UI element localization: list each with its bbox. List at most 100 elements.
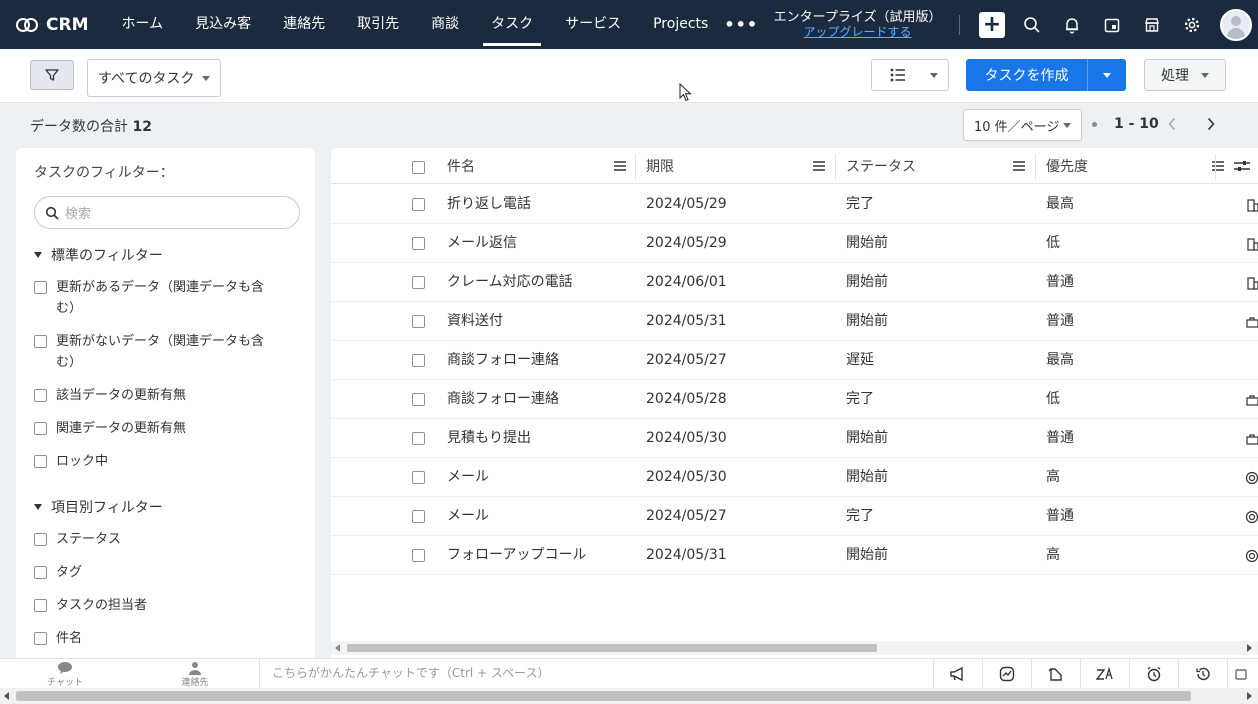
cell-subject[interactable]: メール [447, 458, 489, 497]
chat-tab[interactable]: チャット [0, 661, 130, 688]
column-header-subject[interactable]: 件名 [447, 148, 636, 184]
checkbox[interactable] [34, 389, 47, 402]
actions-button[interactable]: 処理 [1144, 59, 1226, 91]
view-select-dropdown[interactable]: すべてのタスク [87, 59, 221, 97]
column-header-due-date[interactable]: 期限 [646, 148, 835, 184]
row-checkbox[interactable] [412, 237, 425, 250]
table-row[interactable]: メール 2024/05/30 開始前 高 [331, 458, 1258, 497]
row-checkbox[interactable] [412, 549, 425, 562]
quick-create-button[interactable]: + [972, 0, 1012, 49]
cell-subject[interactable]: メール返信 [447, 224, 517, 263]
scrollbar-thumb[interactable] [347, 644, 877, 652]
row-checkbox[interactable] [412, 471, 425, 484]
announcement-button[interactable] [933, 659, 982, 689]
settings-button[interactable] [1172, 0, 1212, 49]
filter-field-owner[interactable]: タスクの担当者 [34, 595, 276, 616]
filter-not-updated-records[interactable]: 更新がないデータ（関連データも含む） [34, 331, 276, 373]
search-button[interactable] [1012, 0, 1052, 49]
checkbox[interactable] [34, 566, 47, 579]
table-row[interactable]: 商談フォロー連絡 2024/05/27 遅延 最高 [331, 341, 1258, 380]
filter-field-status[interactable]: ステータス [34, 529, 276, 550]
activity-button[interactable] [982, 659, 1031, 689]
row-checkbox[interactable] [412, 198, 425, 211]
table-row[interactable]: フォローアップコール 2024/05/31 開始前 高 [331, 536, 1258, 575]
checkbox[interactable] [34, 632, 47, 645]
table-row[interactable]: 資料送付 2024/05/31 開始前 普通 [331, 302, 1258, 341]
nav-item-tasks[interactable]: タスク [475, 0, 549, 49]
scroll-left-icon[interactable] [4, 692, 9, 700]
filter-field-tag[interactable]: タグ [34, 562, 276, 583]
row-checkbox[interactable] [412, 276, 425, 289]
checkbox[interactable] [34, 335, 47, 348]
column-menu-icon[interactable] [813, 161, 825, 171]
page-horizontal-scrollbar[interactable] [0, 688, 1258, 704]
cell-subject[interactable]: クレーム対応の電話 [447, 263, 573, 302]
nav-item-leads[interactable]: 見込み客 [179, 0, 267, 49]
row-checkbox[interactable] [412, 510, 425, 523]
filter-toggle-button[interactable] [30, 60, 74, 90]
checkbox[interactable] [34, 422, 47, 435]
column-menu-icon[interactable] [1013, 161, 1025, 171]
row-checkbox[interactable] [412, 315, 425, 328]
scrollbar-thumb[interactable] [16, 691, 1191, 701]
calendar-button[interactable] [1092, 0, 1132, 49]
column-settings-button[interactable] [1226, 148, 1258, 184]
notifications-button[interactable] [1052, 0, 1092, 49]
cell-subject[interactable]: 商談フォロー連絡 [447, 341, 559, 380]
history-button[interactable] [1178, 659, 1227, 689]
marketplace-button[interactable] [1132, 0, 1172, 49]
reminder-button[interactable] [1129, 659, 1178, 689]
cell-subject[interactable]: 商談フォロー連絡 [447, 380, 559, 419]
crm-logo[interactable]: CRM [16, 15, 96, 35]
row-checkbox[interactable] [412, 393, 425, 406]
checkbox[interactable] [34, 599, 47, 612]
upgrade-link[interactable]: アップグレードする [768, 25, 947, 40]
checkbox[interactable] [34, 281, 47, 294]
nav-item-accounts[interactable]: 取引先 [341, 0, 415, 49]
previous-page-button[interactable] [1160, 112, 1184, 136]
filter-record-update-status[interactable]: 該当データの更新有無 [34, 385, 276, 406]
table-row[interactable]: クレーム対応の電話 2024/06/01 開始前 普通 [331, 263, 1258, 302]
nav-more-button[interactable]: ••• [724, 15, 758, 34]
checkbox[interactable] [34, 455, 47, 468]
cell-subject[interactable]: フォローアップコール [447, 536, 586, 575]
next-page-button[interactable] [1199, 112, 1223, 136]
create-task-dropdown[interactable] [1087, 59, 1126, 91]
cell-subject[interactable]: 見積もり提出 [447, 419, 531, 458]
column-menu-icon[interactable] [1212, 161, 1224, 171]
scroll-right-icon[interactable] [1247, 692, 1252, 700]
table-row[interactable]: メール返信 2024/05/29 開始前 低 [331, 224, 1258, 263]
translate-button[interactable] [1080, 659, 1129, 689]
contacts-tab[interactable]: 連絡先 [130, 661, 260, 688]
scroll-left-icon[interactable] [335, 644, 340, 652]
table-horizontal-scrollbar[interactable] [331, 641, 1258, 655]
checkbox[interactable] [34, 533, 47, 546]
filter-updated-records[interactable]: 更新があるデータ（関連データも含む） [34, 277, 276, 319]
create-task-button[interactable]: タスクを作成 [966, 59, 1087, 91]
user-avatar[interactable] [1220, 8, 1253, 41]
per-page-select[interactable]: 10 件／ページ [963, 109, 1082, 141]
column-header-status[interactable]: ステータス [846, 148, 1035, 184]
filter-search-input[interactable]: 検索 [34, 196, 300, 229]
cell-subject[interactable]: 資料送付 [447, 302, 503, 341]
nav-item-deals[interactable]: 商談 [415, 0, 475, 49]
column-menu-icon[interactable] [614, 161, 626, 171]
nav-item-services[interactable]: サービス [549, 0, 637, 49]
standard-filters-toggle[interactable]: 標準のフィルター [34, 245, 163, 265]
nav-item-contacts[interactable]: 連絡先 [267, 0, 341, 49]
row-checkbox[interactable] [412, 354, 425, 367]
clipboard-button[interactable] [1031, 659, 1080, 689]
column-header-priority[interactable]: 優先度 [1046, 148, 1226, 184]
scroll-right-icon[interactable] [1247, 644, 1252, 652]
table-row[interactable]: 見積もり提出 2024/05/30 開始前 普通 [331, 419, 1258, 458]
filter-field-subject[interactable]: 件名 [34, 628, 276, 649]
table-row[interactable]: 折り返し電話 2024/05/29 完了 最高 [331, 185, 1258, 224]
row-checkbox[interactable] [412, 432, 425, 445]
list-view-switcher[interactable] [871, 59, 949, 91]
quick-chat-input[interactable]: こちらがかんたんチャットです（Ctrl + スペース） [259, 659, 933, 689]
field-filters-toggle[interactable]: 項目別フィルター [34, 497, 163, 517]
more-tools-button[interactable] [1227, 659, 1253, 689]
cell-subject[interactable]: 折り返し電話 [447, 185, 531, 224]
cell-subject[interactable]: メール [447, 497, 489, 536]
table-row[interactable]: メール 2024/05/27 完了 普通 [331, 497, 1258, 536]
